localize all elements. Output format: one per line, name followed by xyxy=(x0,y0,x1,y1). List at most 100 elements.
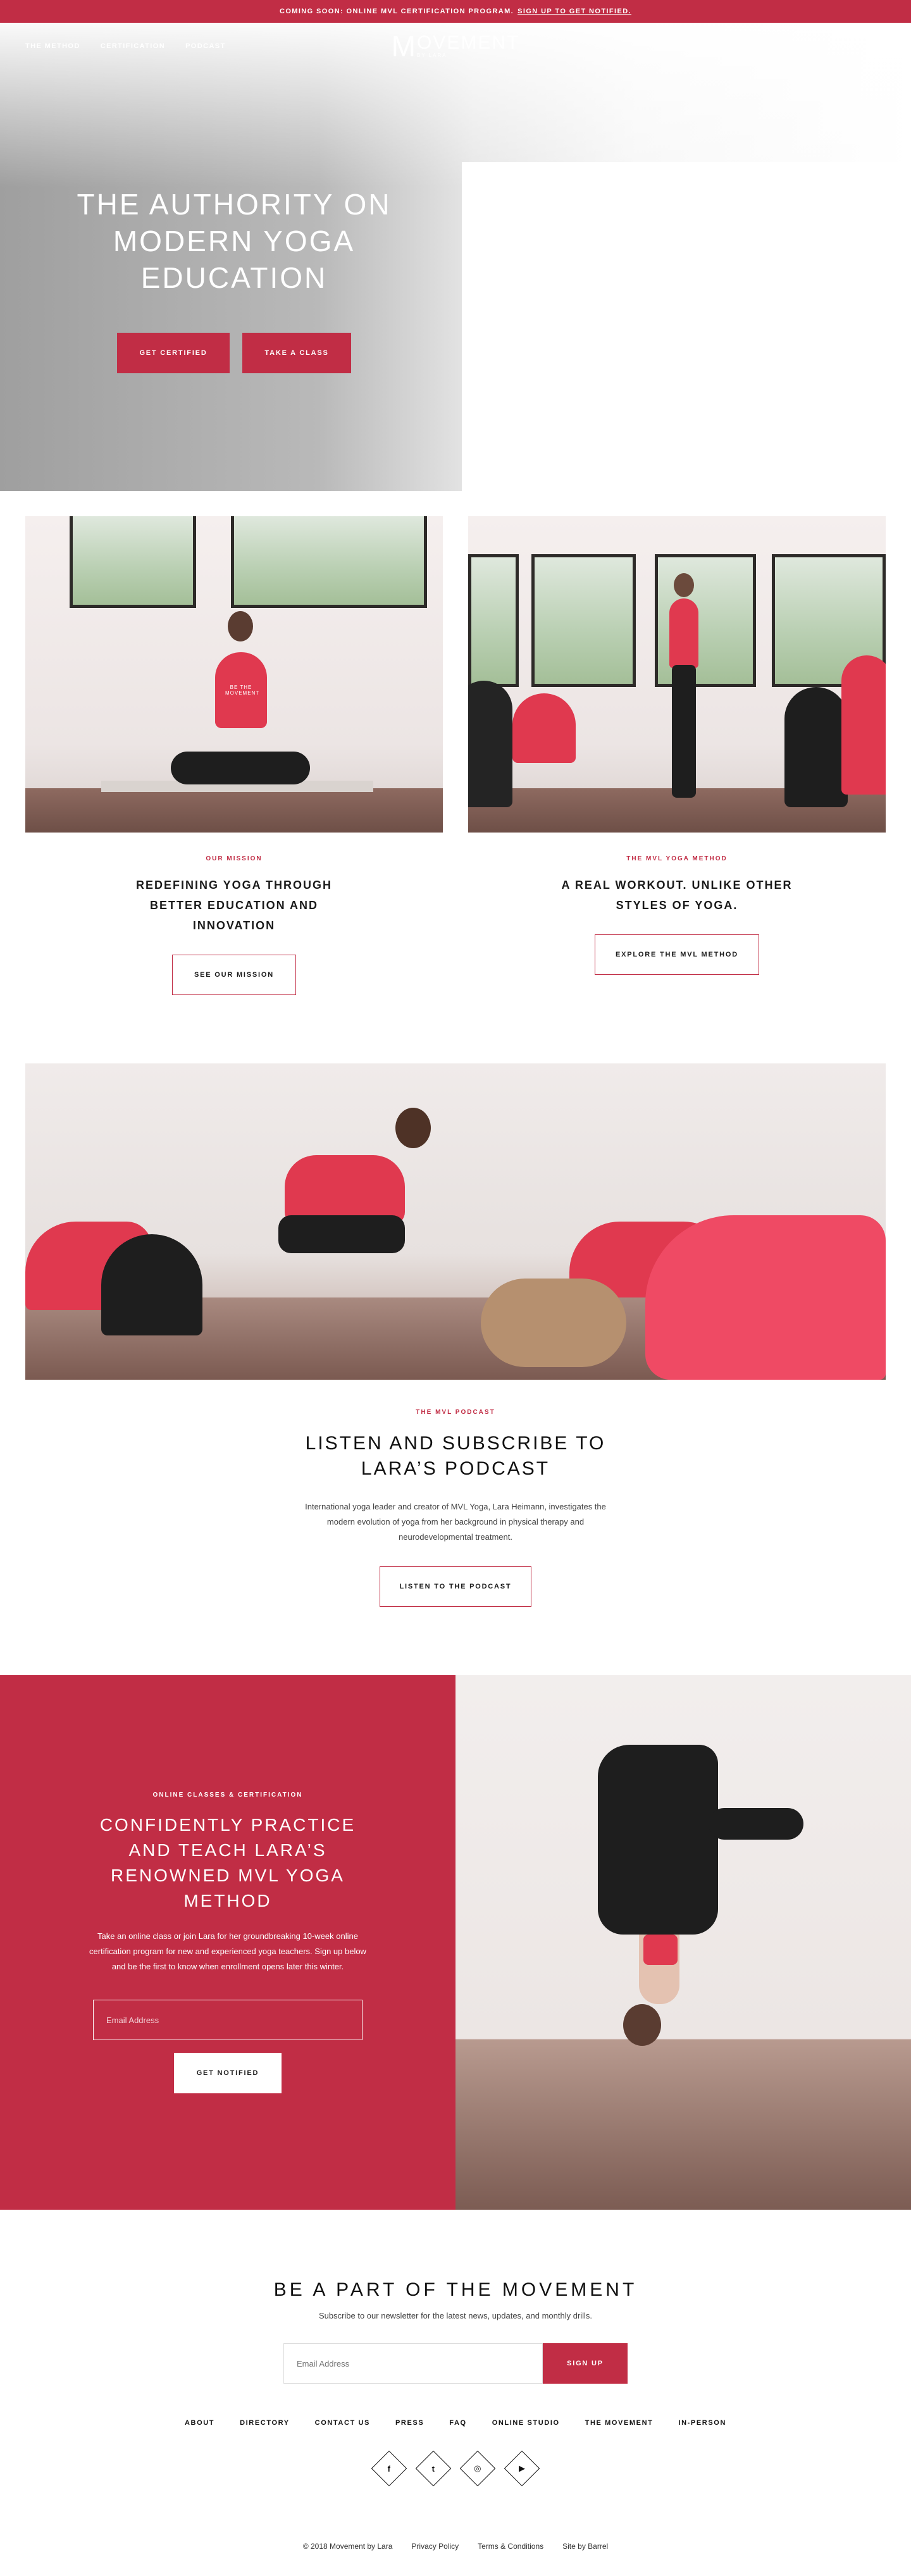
cert-text: Take an online class or join Lara for he… xyxy=(89,1931,366,1971)
facebook-glyph: f xyxy=(387,2463,391,2474)
footer-link-online-studio[interactable]: ONLINE STUDIO xyxy=(492,2419,560,2427)
newsletter-form: SIGN UP xyxy=(0,2343,911,2384)
social-links: f t ◎ ▶ xyxy=(0,2450,911,2487)
cert-title: CONFIDENTLY PRACTICE AND TEACH LARA’S RE… xyxy=(99,1815,356,1910)
person-legs xyxy=(171,752,310,784)
handstand-head xyxy=(623,2004,661,2046)
youtube-icon[interactable]: ▶ xyxy=(504,2450,540,2487)
feature-mission: BE THE MOVEMENT OUR MISSION REDEFINING Y… xyxy=(25,516,443,995)
site-by-link[interactable]: Site by Barrel xyxy=(562,2542,608,2551)
photo-window xyxy=(531,554,636,687)
feature-method: THE MVL YOGA METHOD A REAL WORKOUT. UNLI… xyxy=(468,516,886,995)
podcast-kicker: THE MVL PODCAST xyxy=(416,1409,495,1416)
footer-link-in-person[interactable]: IN-PERSON xyxy=(678,2419,726,2427)
handstand-top xyxy=(643,1935,678,1965)
nav-right: SHOP xyxy=(519,41,886,51)
student-far-right xyxy=(841,655,886,795)
see-mission-button[interactable]: SEE OUR MISSION xyxy=(172,955,296,995)
hero-content: THE AUTHORITY ON MODERN YOGA EDUCATION G… xyxy=(47,186,421,373)
nav-item-podcast[interactable]: PODCAST xyxy=(185,42,226,50)
person-head xyxy=(228,611,253,641)
features-section: BE THE MOVEMENT OUR MISSION REDEFINING Y… xyxy=(0,491,911,995)
instructor-top xyxy=(285,1155,405,1225)
student-legs xyxy=(101,1234,202,1335)
footer-link-directory[interactable]: DIRECTORY xyxy=(240,2419,290,2427)
mission-title: REDEFINING YOGA THROUGH BETTER EDUCATION… xyxy=(135,879,332,932)
method-photo xyxy=(468,516,886,833)
instagram-glyph: ◎ xyxy=(474,2463,481,2473)
legal-bar: © 2018 Movement by Lara Privacy Policy T… xyxy=(0,2542,911,2576)
listen-podcast-button[interactable]: LISTEN TO THE PODCAST xyxy=(380,1566,531,1607)
facebook-icon[interactable]: f xyxy=(371,2450,407,2487)
twitter-glyph: t xyxy=(431,2463,435,2474)
main-nav: THE METHOD CERTIFICATION PODCAST M OVEME… xyxy=(0,23,911,70)
youtube-glyph: ▶ xyxy=(519,2463,525,2473)
get-notified-button[interactable]: GET NOTIFIED xyxy=(174,2053,282,2093)
announcement-text: COMING SOON: ONLINE MVL CERTIFICATION PR… xyxy=(279,8,514,15)
terms-link[interactable]: Terms & Conditions xyxy=(478,2542,543,2551)
handstand-leg-out xyxy=(709,1808,803,1840)
newsletter-title: BE A PART OF THE MOVEMENT xyxy=(273,2279,638,2300)
site-logo[interactable]: M OVEMENT BY LARA xyxy=(392,32,520,61)
certification-section: ONLINE CLASSES & CERTIFICATION CONFIDENT… xyxy=(0,1675,911,2210)
shirt-text: BE THE MOVEMENT xyxy=(225,684,260,696)
student-foreground xyxy=(645,1215,886,1380)
copyright-text: © 2018 Movement by Lara xyxy=(302,2542,393,2551)
instructor-legs xyxy=(278,1215,405,1253)
logo-sub: BY LARA xyxy=(416,53,447,58)
student-left xyxy=(468,681,512,807)
nav-item-method[interactable]: THE METHOD xyxy=(25,42,80,50)
twitter-icon[interactable]: t xyxy=(415,2450,452,2487)
take-a-class-button[interactable]: TAKE A CLASS xyxy=(242,333,351,373)
newsletter-section: BE A PART OF THE MOVEMENT Subscribe to o… xyxy=(0,2210,911,2576)
person-top xyxy=(669,598,698,668)
photo-window xyxy=(70,516,196,608)
footer-link-the-movement[interactable]: THE MOVEMENT xyxy=(585,2419,654,2427)
footer-link-faq[interactable]: FAQ xyxy=(449,2419,466,2427)
announcement-signup-link[interactable]: SIGN UP TO GET NOTIFIED. xyxy=(517,8,631,15)
person-legs xyxy=(672,665,696,798)
hero-buttons: GET CERTIFIED TAKE A CLASS xyxy=(47,333,421,373)
privacy-policy-link[interactable]: Privacy Policy xyxy=(411,2542,459,2551)
photo-floor xyxy=(25,788,443,833)
announcement-bar: COMING SOON: ONLINE MVL CERTIFICATION PR… xyxy=(0,0,911,23)
cert-panel: ONLINE CLASSES & CERTIFICATION CONFIDENT… xyxy=(0,1675,456,2210)
nav-item-shop[interactable]: SHOP xyxy=(832,42,855,50)
person-top: BE THE MOVEMENT xyxy=(215,652,267,728)
student-foreground-hair xyxy=(481,1279,626,1367)
podcast-section: THE MVL PODCAST LISTEN AND SUBSCRIBE TO … xyxy=(0,995,911,1607)
handstand-legs xyxy=(598,1745,718,1935)
footer-nav: ABOUT DIRECTORY CONTACT US PRESS FAQ ONL… xyxy=(0,2419,911,2427)
instructor-head xyxy=(395,1108,431,1148)
mission-kicker: OUR MISSION xyxy=(206,855,263,862)
footer-link-press[interactable]: PRESS xyxy=(395,2419,424,2427)
cert-kicker: ONLINE CLASSES & CERTIFICATION xyxy=(152,1792,303,1799)
newsletter-email-input[interactable] xyxy=(283,2343,543,2384)
hero-title: THE AUTHORITY ON MODERN YOGA EDUCATION xyxy=(77,188,392,294)
logo-m: M xyxy=(391,30,416,63)
cert-email-input[interactable] xyxy=(93,2000,363,2040)
hero-section: THE METHOD CERTIFICATION PODCAST M OVEME… xyxy=(0,23,911,491)
photo-window xyxy=(231,516,427,608)
newsletter-text: Subscribe to our newsletter for the late… xyxy=(318,2311,593,2320)
nav-left: THE METHOD CERTIFICATION PODCAST xyxy=(25,42,392,50)
method-kicker: THE MVL YOGA METHOD xyxy=(626,855,728,862)
student-right xyxy=(784,687,848,807)
sign-up-button[interactable]: SIGN UP xyxy=(543,2343,628,2384)
get-certified-button[interactable]: GET CERTIFIED xyxy=(117,333,230,373)
search-icon[interactable] xyxy=(876,41,886,51)
cert-photo xyxy=(456,1675,911,2210)
method-title: A REAL WORKOUT. UNLIKE OTHER STYLES OF Y… xyxy=(561,879,793,912)
instagram-icon[interactable]: ◎ xyxy=(459,2450,496,2487)
podcast-text: International yoga leader and creator of… xyxy=(305,1502,606,1542)
nav-item-certification[interactable]: CERTIFICATION xyxy=(101,42,165,50)
logo-word: OVEMENT xyxy=(416,32,520,53)
footer-link-contact[interactable]: CONTACT US xyxy=(315,2419,370,2427)
podcast-photo xyxy=(25,1063,886,1380)
podcast-title: LISTEN AND SUBSCRIBE TO LARA’S PODCAST xyxy=(305,1433,606,1479)
explore-method-button[interactable]: EXPLORE THE MVL METHOD xyxy=(595,934,759,975)
person-head xyxy=(674,573,694,597)
footer-link-about[interactable]: ABOUT xyxy=(185,2419,214,2427)
photo-window xyxy=(468,554,519,687)
logo-rest: OVEMENT BY LARA xyxy=(416,32,520,59)
